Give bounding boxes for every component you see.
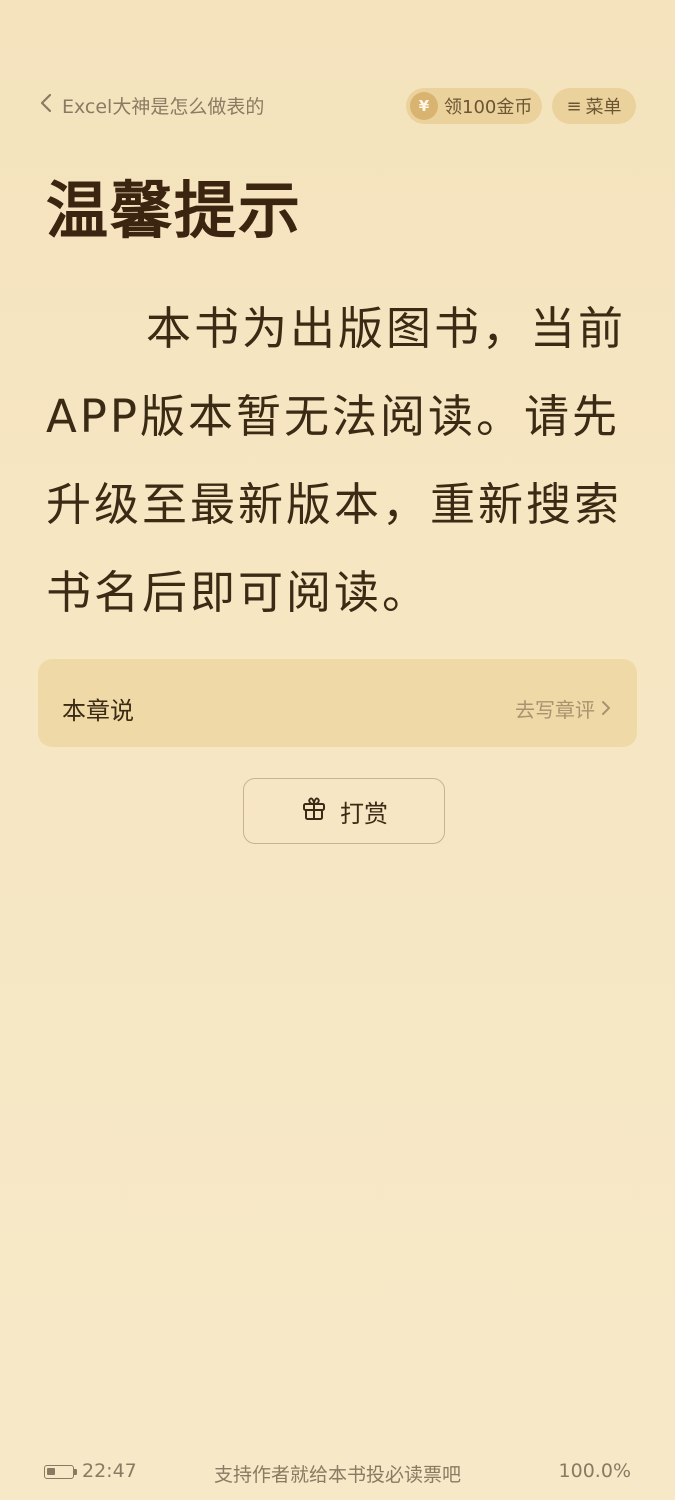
notice-paragraph: 本书为出版图书，当前APP版本暂无法阅读。请先升级至最新版本，重新搜索书名后即可… bbox=[46, 302, 627, 619]
top-bar: Excel大神是怎么做表的 ¥ 领100金币 ≡ 菜单 bbox=[0, 86, 675, 126]
chevron-left-icon bbox=[38, 92, 54, 119]
menu-button[interactable]: ≡ 菜单 bbox=[552, 88, 636, 124]
coin-icon: ¥ bbox=[410, 92, 438, 120]
claim-coins-button[interactable]: ¥ 领100金币 bbox=[406, 88, 543, 124]
menu-icon: ≡ bbox=[566, 95, 582, 117]
page-title: 温馨提示 bbox=[46, 174, 303, 247]
chapter-comment-card: 本章说 去写章评 bbox=[38, 659, 637, 747]
book-title-label: Excel大神是怎么做表的 bbox=[62, 96, 265, 118]
write-review-button[interactable]: 去写章评 bbox=[515, 694, 611, 723]
claim-coins-label: 领100金币 bbox=[444, 97, 533, 118]
reading-progress: 100.0% bbox=[558, 1460, 631, 1482]
chapter-comment-title: 本章说 bbox=[62, 697, 134, 725]
menu-label: 菜单 bbox=[585, 97, 622, 118]
write-review-label: 去写章评 bbox=[515, 698, 595, 722]
gift-icon bbox=[300, 794, 328, 828]
tip-button[interactable]: 打赏 bbox=[243, 778, 445, 844]
tip-label: 打赏 bbox=[340, 799, 388, 828]
reader-footer: 22:47 支持作者就给本书投必读票吧 100.0% bbox=[0, 1455, 675, 1491]
back-button[interactable]: Excel大神是怎么做表的 bbox=[38, 92, 264, 119]
chevron-right-icon bbox=[601, 697, 611, 721]
